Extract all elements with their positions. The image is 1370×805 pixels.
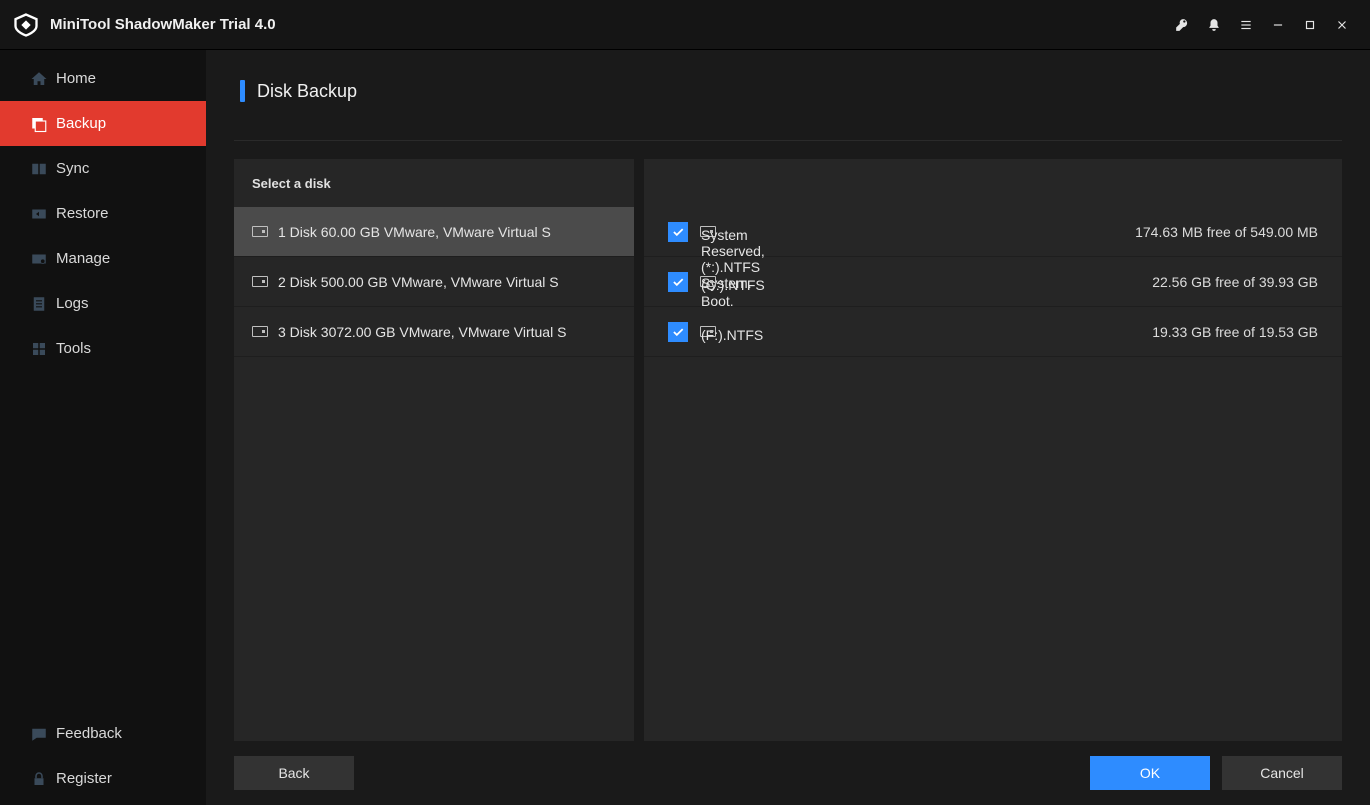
menu-icon[interactable] [1230,9,1262,41]
sidebar-item-label: Restore [56,205,109,222]
restore-icon [30,205,48,223]
disk-list-header: Select a disk [234,159,634,207]
sidebar-item-home[interactable]: Home [0,56,206,101]
partition-row: (F:).NTFS 19.33 GB free of 19.53 GB [644,307,1342,357]
partition-list-header [644,159,1342,207]
sidebar-item-label: Logs [56,295,89,312]
sidebar-item-label: Tools [56,340,91,357]
partition-free: 19.33 GB free of 19.53 GB [1152,324,1318,340]
sidebar-item-restore[interactable]: Restore [0,191,206,236]
sidebar-item-label: Sync [56,160,89,177]
app-logo-icon [12,11,40,39]
disk-row[interactable]: 1 Disk 60.00 GB VMware, VMware Virtual S [234,207,634,257]
sidebar-item-label: Manage [56,250,110,267]
disk-label: 1 Disk 60.00 GB VMware, VMware Virtual S [278,224,551,240]
notification-icon[interactable] [1198,9,1230,41]
partition-checkbox[interactable] [668,222,688,242]
sidebar-item-manage[interactable]: Manage [0,236,206,281]
partition-checkbox[interactable] [668,322,688,342]
partition-checkbox[interactable] [668,272,688,292]
partition-name: System Reserved,(*:).NTFS System. [700,226,1123,238]
lock-icon [30,770,48,788]
close-button[interactable] [1326,9,1358,41]
tools-icon [30,340,48,358]
feedback-icon [30,725,48,743]
drive-icon: (F:).NTFS [700,326,716,338]
sidebar-item-tools[interactable]: Tools [0,326,206,371]
sidebar-item-backup[interactable]: Backup [0,101,206,146]
drive-icon [252,276,268,288]
partition-row: System Reserved,(*:).NTFS System. 174.63 … [644,207,1342,257]
maximize-button[interactable] [1294,9,1326,41]
app-window: MiniTool ShadowMaker Trial 4.0 Home [0,0,1370,805]
disk-label: 3 Disk 3072.00 GB VMware, VMware Virtual… [278,324,566,340]
page-title: Disk Backup [257,81,357,102]
drive-icon [252,226,268,238]
minimize-button[interactable] [1262,9,1294,41]
back-button[interactable]: Back [234,756,354,790]
sidebar-item-label: Home [56,70,96,87]
sidebar-item-feedback[interactable]: Feedback [0,711,206,756]
footer: Back OK Cancel [206,749,1370,805]
page-header: Disk Backup [206,50,1370,120]
sidebar-item-label: Feedback [56,725,122,742]
sidebar: Home Backup Sync Restore Manage [0,50,206,805]
disk-row[interactable]: 2 Disk 500.00 GB VMware, VMware Virtual … [234,257,634,307]
logs-icon [30,295,48,313]
disk-list: 1 Disk 60.00 GB VMware, VMware Virtual S… [234,207,634,741]
titlebar: MiniTool ShadowMaker Trial 4.0 [0,0,1370,50]
key-icon[interactable] [1166,9,1198,41]
sidebar-item-label: Register [56,770,112,787]
main-content: Disk Backup Select a disk 1 Disk 60.00 G… [206,50,1370,805]
accent-bar [240,80,245,102]
sidebar-item-label: Backup [56,115,106,132]
cancel-button[interactable]: Cancel [1222,756,1342,790]
drive-icon: (C:).NTFS Boot. [700,276,716,288]
partition-name: (F:).NTFS [700,326,1140,338]
home-icon [30,70,48,88]
partition-list: System Reserved,(*:).NTFS System. 174.63 … [644,207,1342,741]
partition-free: 22.56 GB free of 39.93 GB [1152,274,1318,290]
disk-row[interactable]: 3 Disk 3072.00 GB VMware, VMware Virtual… [234,307,634,357]
manage-icon [30,250,48,268]
partition-list-panel: System Reserved,(*:).NTFS System. 174.63 … [644,159,1342,741]
sidebar-item-logs[interactable]: Logs [0,281,206,326]
app-title: MiniTool ShadowMaker Trial 4.0 [50,16,276,33]
partition-name: (C:).NTFS Boot. [700,276,1140,288]
sidebar-item-sync[interactable]: Sync [0,146,206,191]
backup-icon [30,115,48,133]
drive-icon [252,326,268,338]
ok-button[interactable]: OK [1090,756,1210,790]
disk-list-panel: Select a disk 1 Disk 60.00 GB VMware, VM… [234,159,634,741]
sidebar-item-register[interactable]: Register [0,756,206,801]
drive-icon: System Reserved,(*:).NTFS System. [700,226,716,238]
partition-free: 174.63 MB free of 549.00 MB [1135,224,1318,240]
sync-icon [30,160,48,178]
disk-label: 2 Disk 500.00 GB VMware, VMware Virtual … [278,274,559,290]
